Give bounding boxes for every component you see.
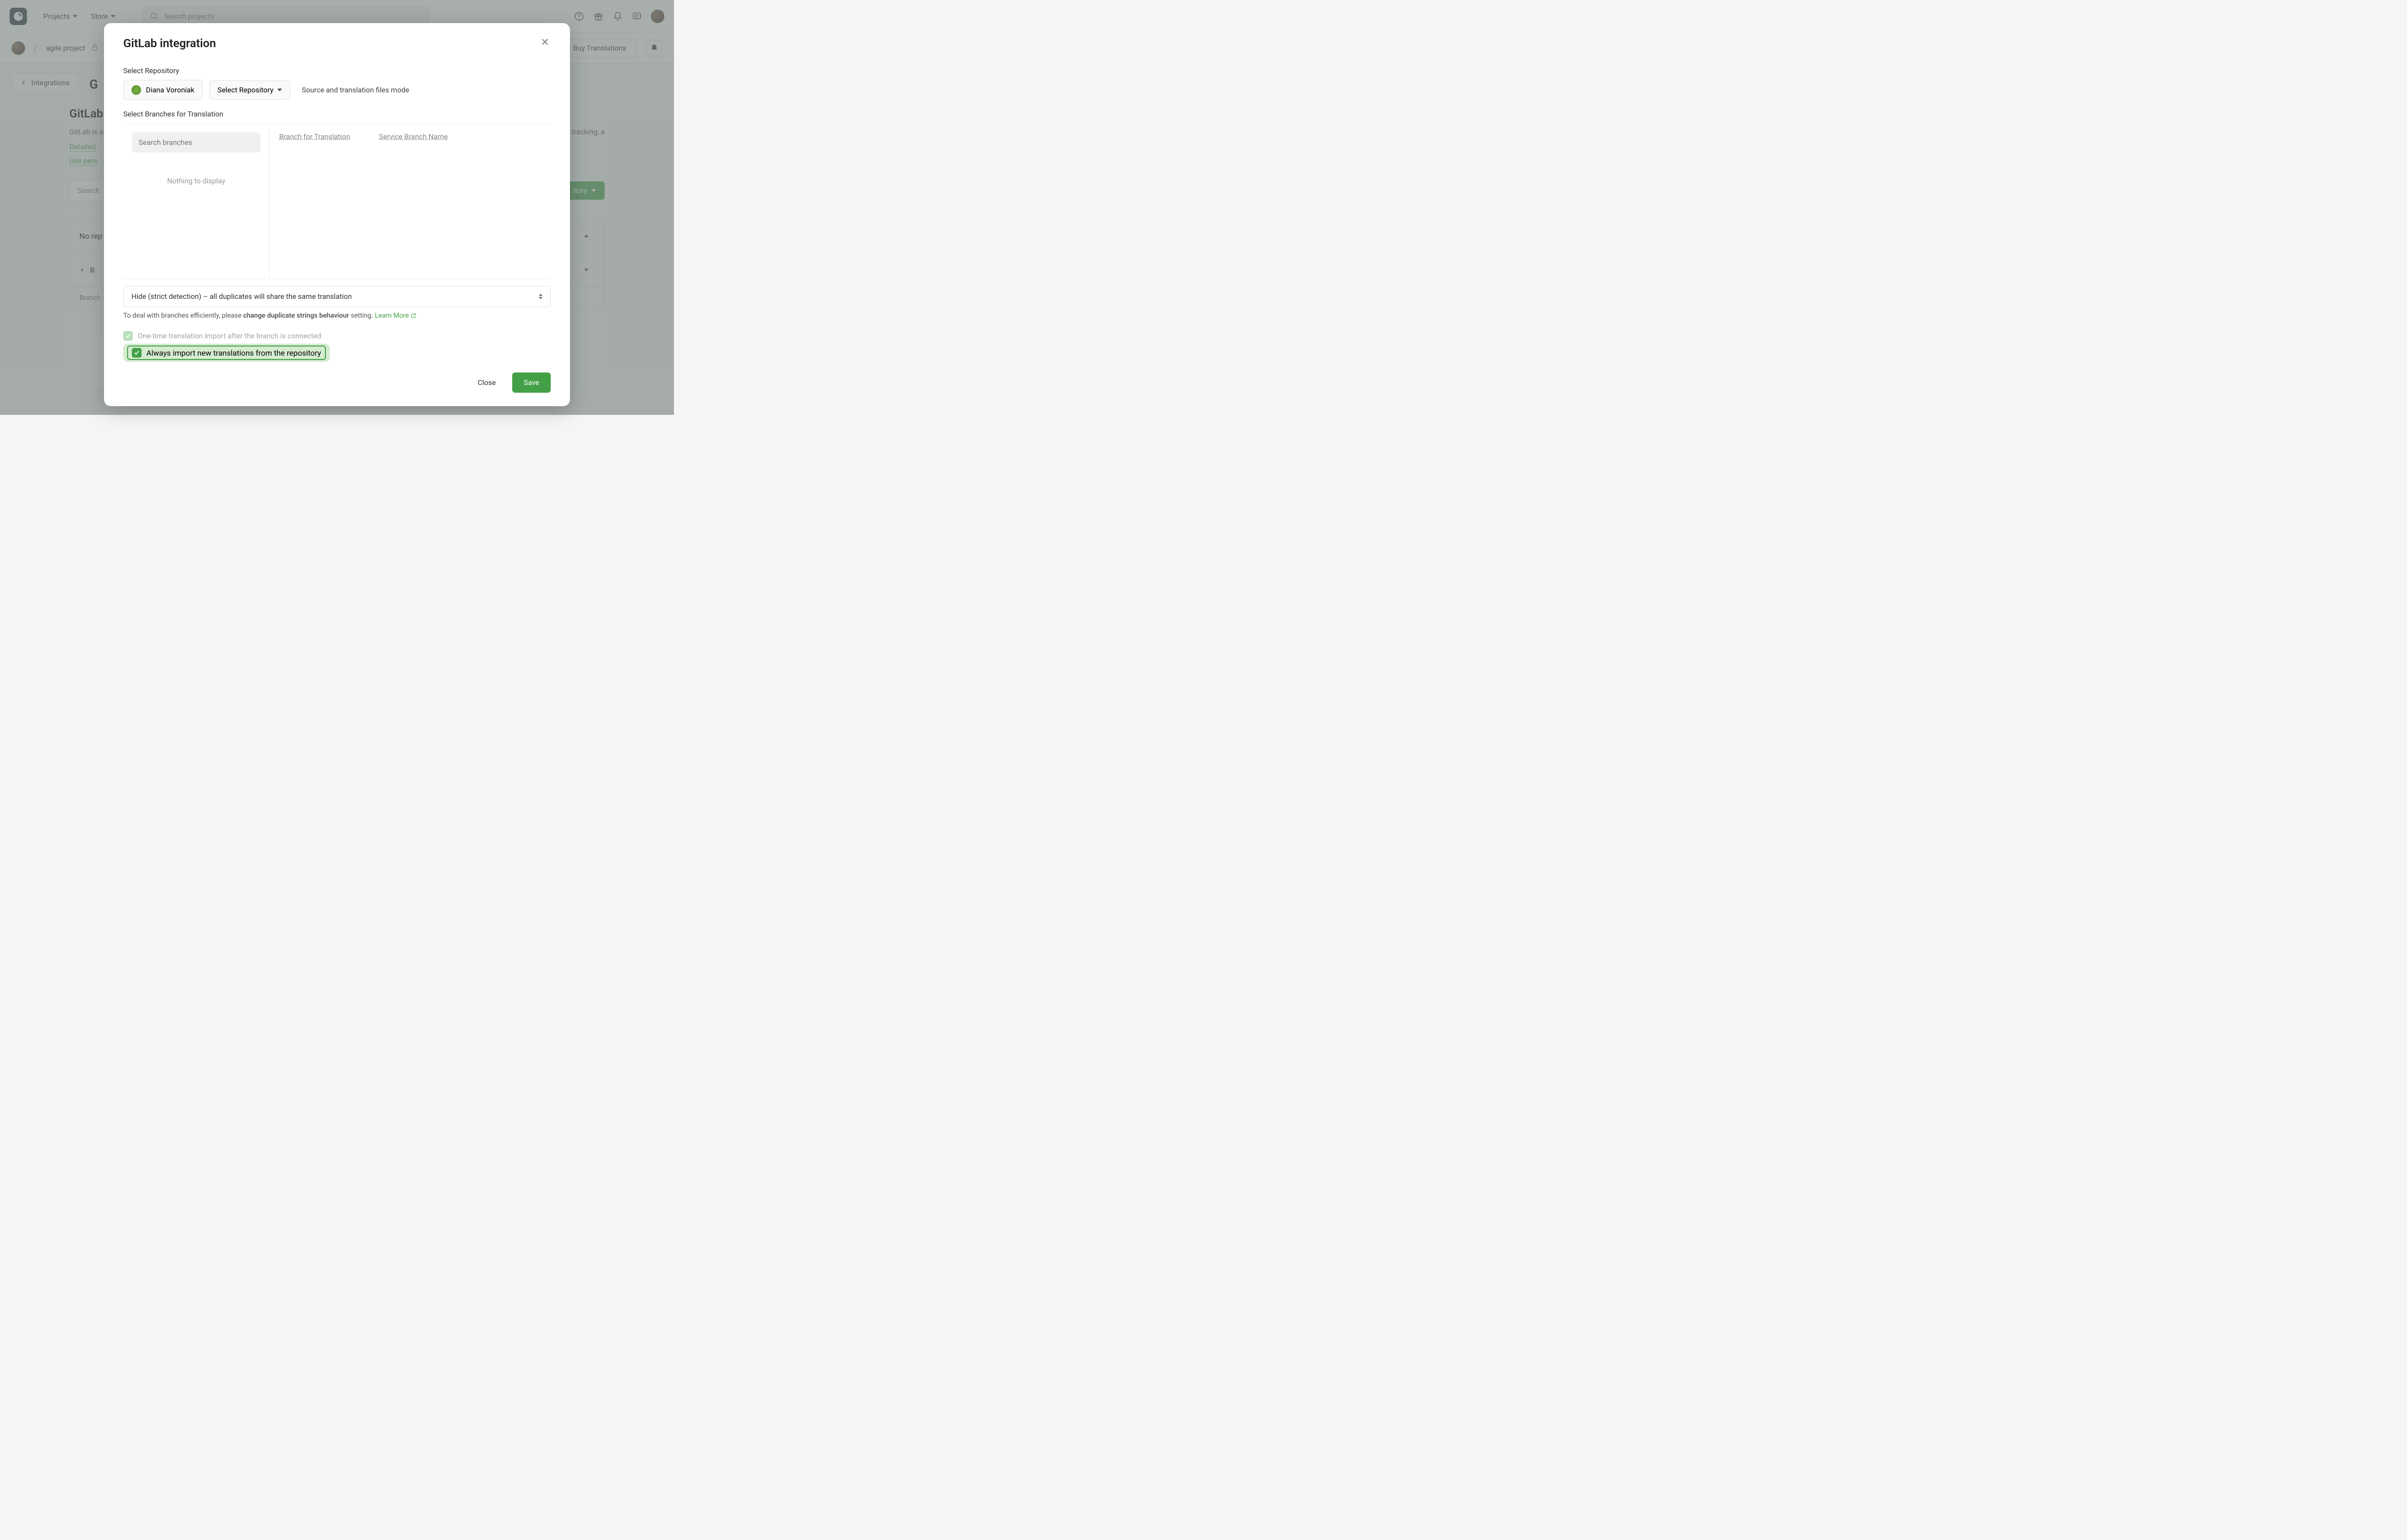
branch-for-translation-header: Branch for Translation xyxy=(279,132,350,141)
import-options: One-time translation import after the br… xyxy=(123,326,551,363)
checkbox-checked-icon[interactable] xyxy=(132,348,142,358)
duplicate-strings-select[interactable]: Hide (strict detection) – all duplicates… xyxy=(123,286,551,307)
learn-more-link[interactable]: Learn More xyxy=(375,312,416,320)
select-branches-label: Select Branches for Translation xyxy=(123,110,551,118)
duplicate-note: To deal with branches efficiently, pleas… xyxy=(123,312,551,320)
gitlab-integration-modal: GitLab integration ✕ Select Repository D… xyxy=(104,23,570,406)
modal-title: GitLab integration xyxy=(123,37,216,50)
close-button[interactable]: Close xyxy=(468,372,505,393)
user-avatar-small xyxy=(131,85,141,95)
branches-area: Nothing to display Branch for Translatio… xyxy=(123,123,551,279)
select-repository-label: Select Repository xyxy=(123,66,551,75)
checkbox-checked-icon xyxy=(123,331,133,341)
nothing-to-display: Nothing to display xyxy=(132,177,260,185)
user-name: Diana Voroniak xyxy=(146,86,194,94)
one-time-import-label: One-time translation import after the br… xyxy=(138,332,321,340)
close-icon[interactable]: ✕ xyxy=(539,37,551,48)
service-branch-header: Service Branch Name xyxy=(379,132,448,141)
always-import-highlight: Always import new translations from the … xyxy=(123,344,551,362)
select-updown-icon xyxy=(539,294,543,299)
select-repository-button[interactable]: Select Repository xyxy=(209,80,290,100)
chevron-down-icon xyxy=(277,89,282,91)
user-chip[interactable]: Diana Voroniak xyxy=(123,80,203,100)
always-import-label: Always import new translations from the … xyxy=(146,348,321,358)
one-time-import-checkbox-row[interactable]: One-time translation import after the br… xyxy=(123,329,551,343)
save-button[interactable]: Save xyxy=(512,372,551,393)
files-mode-text: Source and translation files mode xyxy=(302,86,409,94)
branch-search-input[interactable] xyxy=(132,132,260,153)
